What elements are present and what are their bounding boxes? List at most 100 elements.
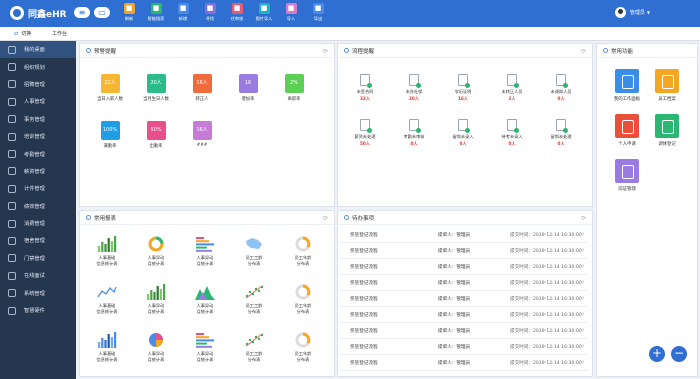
sidebar-item[interactable]: 招聘管理 bbox=[0, 76, 76, 93]
refresh-icon[interactable]: ⟳ bbox=[323, 48, 328, 55]
flow-item[interactable]: 待考未录入 0人 bbox=[489, 119, 535, 147]
sidebar-item[interactable]: 计件管理 bbox=[0, 180, 76, 197]
sidebar-item[interactable]: 人事管理 bbox=[0, 93, 76, 110]
flow-item[interactable]: 未转正人员 2人 bbox=[489, 74, 535, 102]
report-item[interactable]: 人事异动 月统计表 bbox=[133, 235, 179, 267]
function-item[interactable]: 个人申请 bbox=[609, 114, 645, 147]
sidebar-item[interactable]: 系统管理 bbox=[0, 284, 76, 301]
alert-item[interactable]: 16人 转正人 bbox=[180, 74, 224, 102]
report-item[interactable]: 人事异动 月统计表 bbox=[182, 331, 228, 363]
toolbar-button[interactable]: ■ 任审核 bbox=[226, 3, 248, 22]
sidebar-item[interactable]: 薪资管理 bbox=[0, 163, 76, 180]
todo-row[interactable]: 奖惩登记流程 提单人：管理员 提交时间：2019-12-14 16:30:00› bbox=[338, 291, 588, 307]
sidebar-item[interactable]: 组织规划 bbox=[0, 58, 76, 75]
report-item[interactable]: 员工工龄 分布表 bbox=[231, 283, 277, 315]
sidebar-item[interactable]: 消费管理 bbox=[0, 215, 76, 232]
alert-item[interactable]: 100% 满勤率 bbox=[88, 121, 132, 149]
sidebar-item[interactable]: 宿舍管理 bbox=[0, 232, 76, 249]
report-label-line2: 信息统计表 bbox=[96, 261, 118, 266]
toolbar-button[interactable]: ■ 智能搜索 bbox=[145, 3, 167, 22]
report-item[interactable]: 人事异动 月统计表 bbox=[182, 235, 228, 267]
report-item[interactable]: 人事异动 月统计表 bbox=[133, 331, 179, 363]
todo-time: 提交时间：2019-12-14 16:30:00 bbox=[510, 329, 582, 334]
report-chart bbox=[243, 235, 265, 253]
add-button[interactable]: + bbox=[649, 346, 665, 362]
todo-row[interactable]: 奖惩登记流程 提单人：管理员 提交时间：2019-12-14 16:30:00› bbox=[338, 227, 588, 243]
flow-item[interactable]: 未签合同 32人 bbox=[342, 74, 388, 102]
report-item[interactable]: 员工年龄 分布表 bbox=[280, 331, 326, 363]
tab-workbench[interactable]: 工作台 bbox=[52, 30, 67, 37]
flow-item[interactable]: 未调岗人员 0人 bbox=[538, 74, 584, 102]
report-label: 员工年龄 分布表 bbox=[280, 303, 326, 315]
toolbar-button[interactable]: ■ 导入 bbox=[280, 3, 302, 22]
alert-item[interactable]: 16 增加率 bbox=[226, 74, 270, 102]
flow-item[interactable]: 薪资未处理 50人 bbox=[342, 119, 388, 147]
switch-button[interactable]: ⇄ 切换 bbox=[14, 30, 31, 38]
todo-row[interactable]: 奖惩登记流程 提单人：管理员 提交时间：2019-12-14 16:30:00› bbox=[338, 275, 588, 291]
flow-item[interactable]: 考勤未审核 0人 bbox=[391, 119, 437, 147]
refresh-icon[interactable]: ⟳ bbox=[581, 215, 586, 222]
sidebar-item[interactable]: 我的桌面 bbox=[0, 41, 76, 59]
report-item[interactable]: 人事基础 信息统计表 bbox=[84, 283, 130, 315]
flow-item[interactable]: 留岗未录入 0人 bbox=[440, 119, 486, 147]
function-item[interactable]: 员工档案 bbox=[649, 69, 685, 102]
alert-item[interactable]: 50% 出勤率 bbox=[134, 121, 178, 149]
user-menu[interactable]: 管理员 ▼ bbox=[614, 7, 650, 18]
flow-count: 16人 bbox=[457, 96, 468, 101]
chart-icon bbox=[195, 286, 215, 300]
toolbar-button[interactable]: ■ 新增 bbox=[172, 3, 194, 22]
menu-icon bbox=[8, 254, 16, 263]
sidebar-item[interactable]: 考勤管理 bbox=[0, 145, 76, 162]
flow-item[interactable]: 留岗未处理 0人 bbox=[538, 119, 584, 147]
report-label-line2: 分布表 bbox=[247, 309, 261, 314]
toolbar-button[interactable]: ■ 图片导入 bbox=[253, 3, 275, 22]
toolbar-button[interactable]: ■ 导出 bbox=[307, 3, 329, 22]
alert-item[interactable]: 20人 当月生日人数 bbox=[134, 74, 178, 102]
menu-toggle-button[interactable]: ≡ bbox=[74, 7, 90, 18]
sidebar-item-label: 招聘管理 bbox=[24, 81, 45, 88]
chevron-right-icon: › bbox=[582, 342, 585, 350]
sidebar-item[interactable]: 门禁管理 bbox=[0, 250, 76, 267]
report-item[interactable]: 人事异动 月统计表 bbox=[182, 283, 228, 315]
report-label: 人事异动 月统计表 bbox=[182, 303, 228, 315]
report-item[interactable]: 人事基础 信息统计表 bbox=[84, 235, 130, 267]
alert-item[interactable]: 22人 当日入职人数 bbox=[88, 74, 132, 102]
remove-button[interactable]: − bbox=[671, 346, 687, 362]
toolbar: ■ 刷新 ■ 智能搜索 ■ 新增 ■ 寻找 ■ 任审核 ■ 图片导入 ■ 导入 ■ 导出 bbox=[118, 3, 334, 22]
todo-row[interactable]: 奖惩登记流程 提单人：管理员 提交时间：2019-12-14 16:30:00› bbox=[338, 339, 588, 355]
todo-row[interactable]: 奖惩登记流程 提单人：管理员 提交时间：2019-12-14 16:30:00› bbox=[338, 259, 588, 275]
function-item[interactable]: 调休登记 bbox=[649, 114, 685, 147]
alert-item[interactable]: 16人 ### bbox=[180, 121, 224, 148]
report-item[interactable]: 员工工龄 分布表 bbox=[231, 331, 277, 363]
toolbar-icon: ■ bbox=[177, 3, 189, 14]
refresh-icon[interactable]: ⟳ bbox=[581, 48, 586, 55]
alert-label: 增加率 bbox=[241, 97, 255, 102]
flow-item[interactable]: 学历证明 16人 bbox=[440, 74, 486, 102]
function-item[interactable]: 岗证管理 bbox=[609, 159, 645, 192]
todo-row[interactable]: 奖惩登记流程 提单人：管理员 提交时间：2019-12-14 16:30:00› bbox=[338, 371, 588, 376]
todo-row[interactable]: 奖惩登记流程 提单人：管理员 提交时间：2019-12-14 16:30:00› bbox=[338, 323, 588, 339]
sidebar-item[interactable]: 事务管理 bbox=[0, 111, 76, 128]
chevron-right-icon: › bbox=[582, 326, 585, 334]
sidebar-item[interactable]: 培训管理 bbox=[0, 128, 76, 145]
todo-row[interactable]: 奖惩登记流程 提单人：管理员 提交时间：2019-12-14 16:30:00› bbox=[338, 243, 588, 259]
report-item[interactable]: 人事基础 信息统计表 bbox=[84, 331, 130, 363]
toolbar-button[interactable]: ■ 寻找 bbox=[199, 3, 221, 22]
alert-item[interactable]: 2% 离职率 bbox=[272, 74, 316, 102]
report-item[interactable]: 人事异动 月统计表 bbox=[133, 283, 179, 315]
refresh-icon[interactable]: ⟳ bbox=[323, 215, 328, 222]
report-item[interactable]: 员工年龄 分布表 bbox=[280, 283, 326, 315]
flow-item[interactable]: 未办社保 20人 bbox=[391, 74, 437, 102]
function-item[interactable]: 我的工作面板 bbox=[609, 69, 645, 102]
todo-row[interactable]: 奖惩登记流程 提单人：管理员 提交时间：2019-12-14 16:30:00› bbox=[338, 307, 588, 323]
sidebar-item[interactable]: 在线面试 bbox=[0, 267, 76, 284]
todos-panel: 待办事项 ⟳ 奖惩登记流程 提单人：管理员 提交时间：2019-12-14 16:3… bbox=[337, 210, 593, 377]
sidebar-item[interactable]: 绩效管理 bbox=[0, 198, 76, 215]
report-chart bbox=[292, 235, 314, 253]
todo-row[interactable]: 奖惩登记流程 提单人：管理员 提交时间：2019-12-14 16:30:00› bbox=[338, 355, 588, 371]
toolbar-button[interactable]: ■ 刷新 bbox=[118, 3, 140, 22]
sidebar-item[interactable]: 智慧硬件 bbox=[0, 302, 76, 319]
report-item[interactable]: 员工年龄 分布表 bbox=[280, 235, 326, 267]
folder-button[interactable]: ▭ bbox=[94, 7, 110, 18]
report-item[interactable]: 员工工龄 分布表 bbox=[231, 235, 277, 267]
